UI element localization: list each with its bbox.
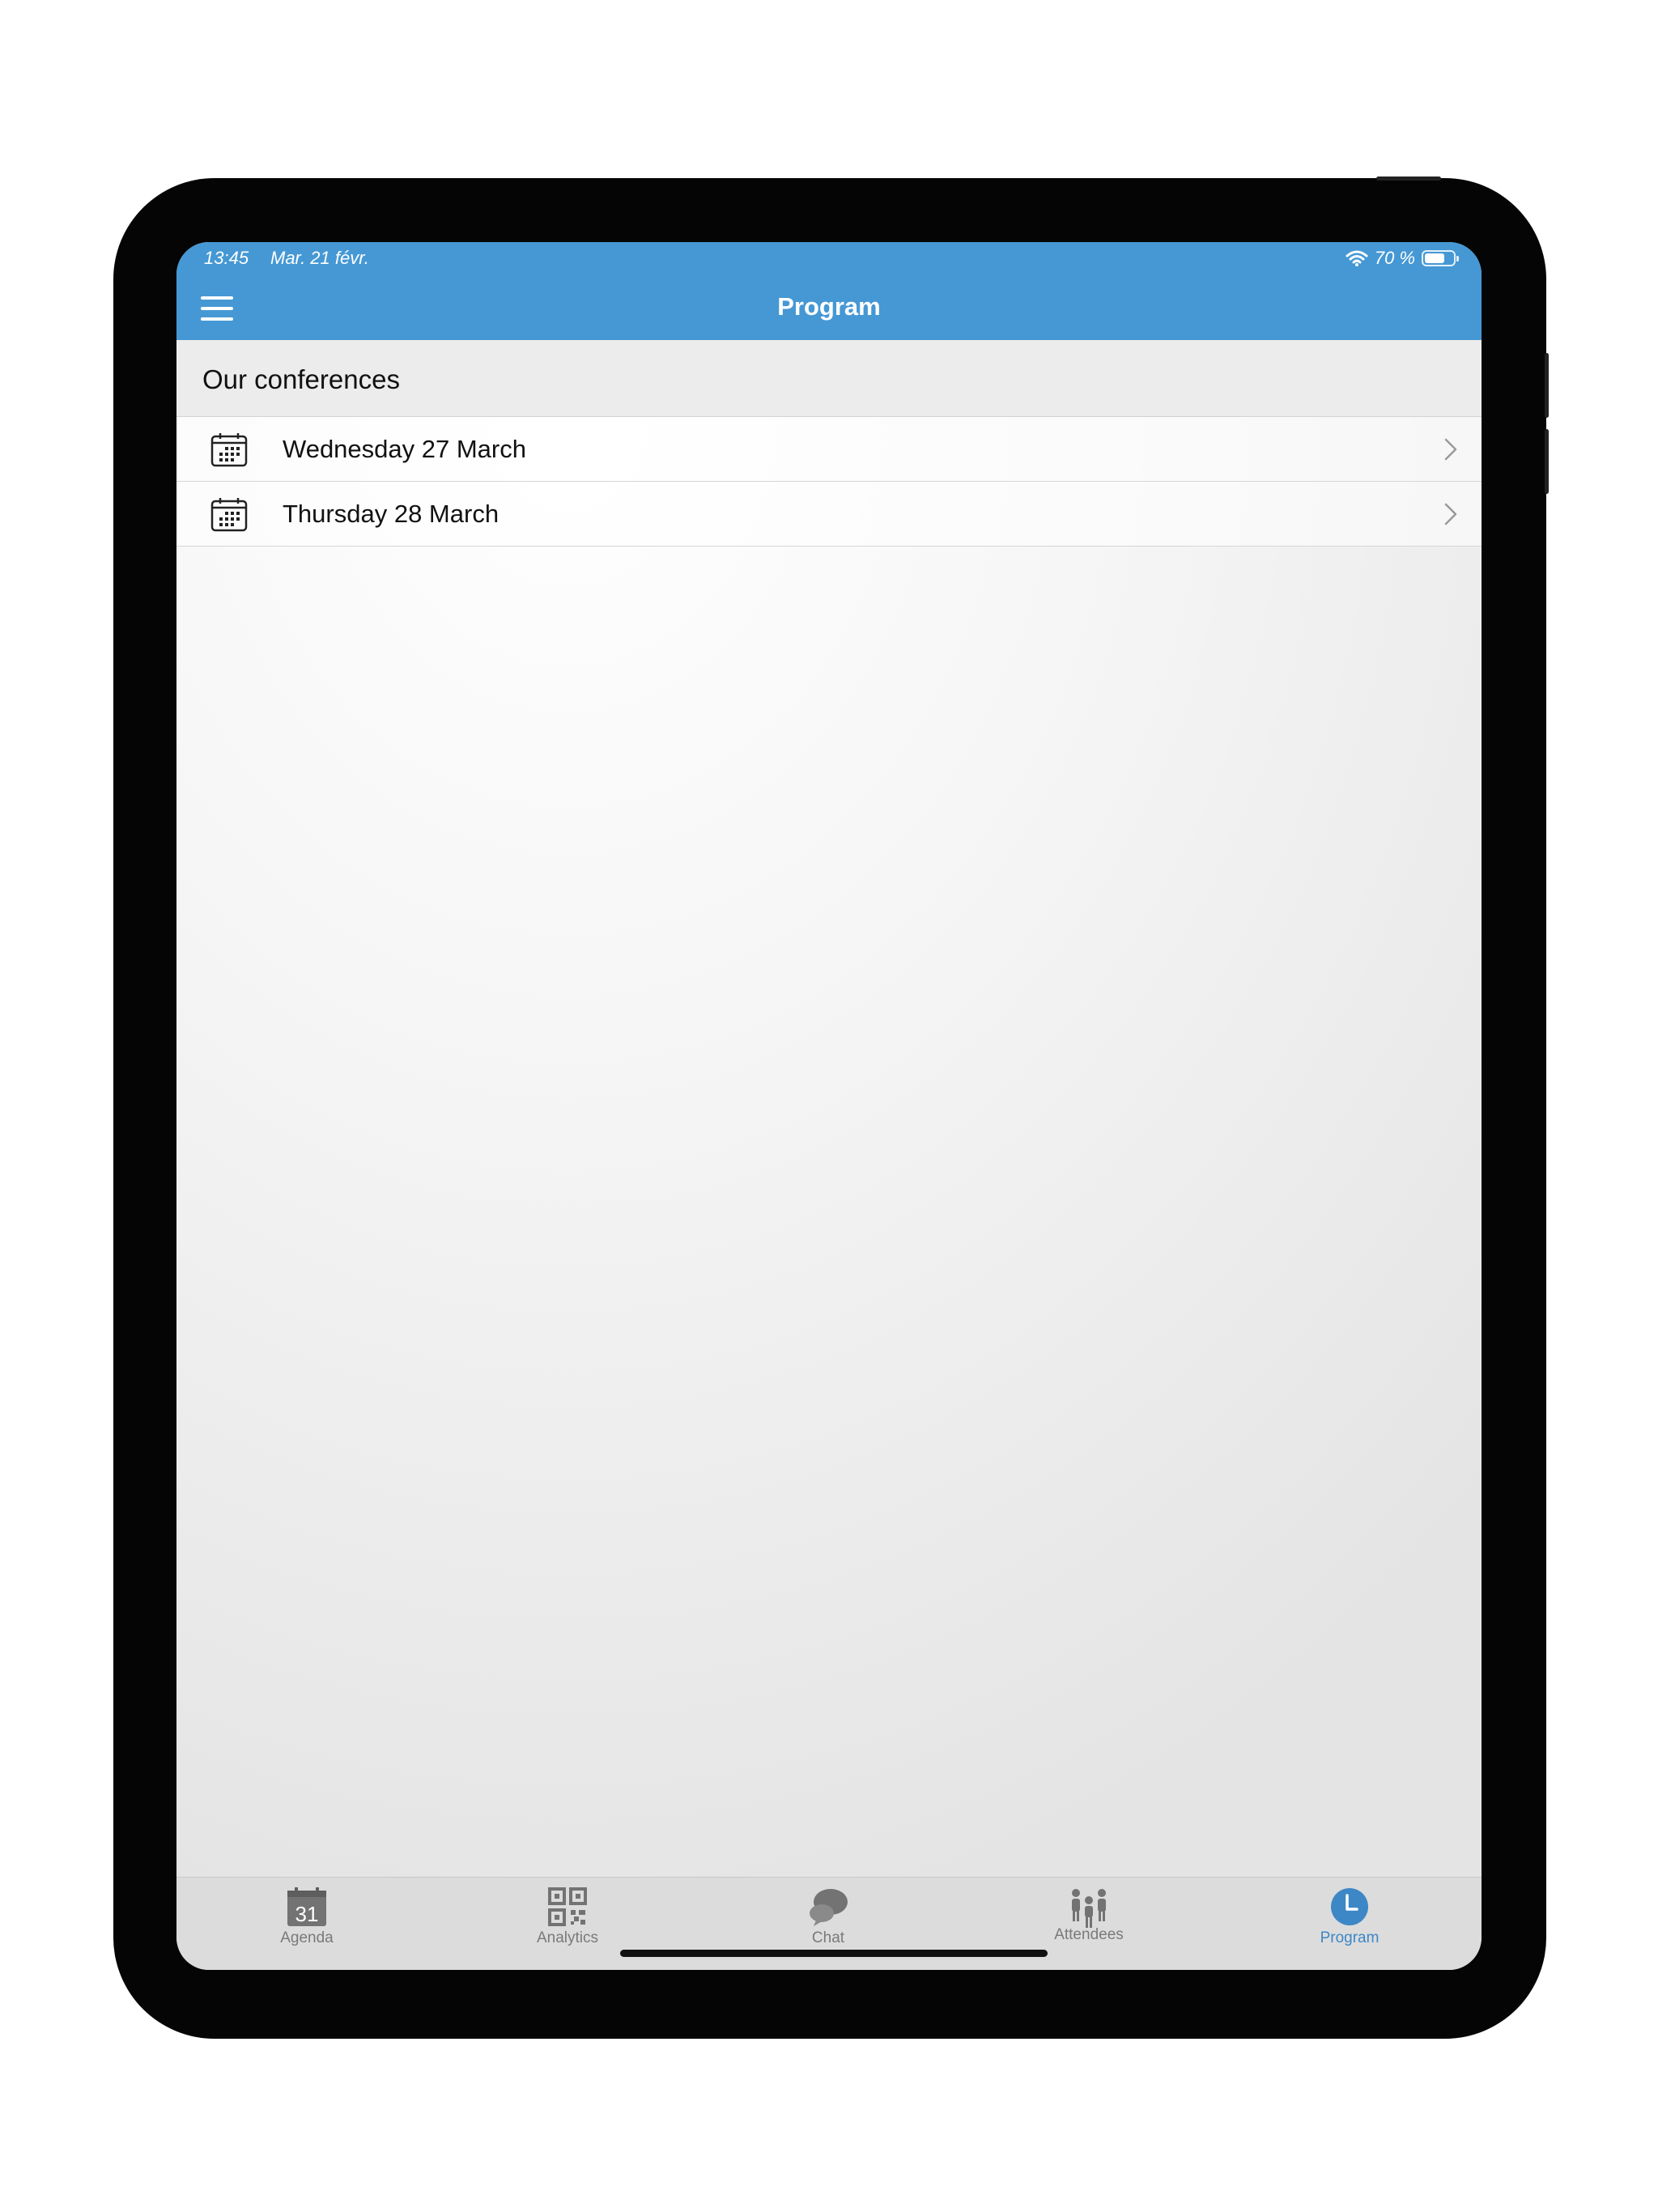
chevron-right-icon [1444,438,1457,461]
people-icon [1072,1889,1106,1928]
tab-label: Analytics [536,1929,599,1946]
screen: 13:45 Mar. 21 févr. 70 % Program Our con… [176,242,1482,1970]
tab-agenda[interactable]: 31 Agenda [176,1878,437,1970]
list-item-label: Thursday 28 March [283,500,500,528]
calendar-31-icon: 31 [287,1887,326,1926]
list-item-thursday[interactable]: Thursday 28 March [176,482,1482,547]
calendar-icon [210,498,248,532]
tab-program[interactable]: Program [1219,1878,1480,1970]
volume-down-button [1545,429,1549,494]
tab-label: Program [1320,1929,1380,1946]
tab-label: Attendees [1054,1926,1124,1943]
chevron-right-icon [1444,503,1457,525]
wifi-icon [1346,250,1368,266]
status-date: Mar. 21 févr. [270,248,369,268]
volume-up-button [1545,353,1549,418]
tab-bar: 31 Agenda Analytics Chat Attendees Progr… [176,1877,1482,1970]
section-header: Our conferences [176,340,1482,417]
list-item-label: Wednesday 27 March [283,435,526,463]
tab-label: Agenda [280,1929,334,1946]
status-right: 70 % [1346,248,1459,269]
calendar-icon [210,433,248,467]
qr-code-icon [548,1887,587,1926]
battery-icon [1422,250,1459,266]
page-title: Program [777,292,881,321]
clock-icon [1331,1888,1368,1925]
chat-bubbles-icon [810,1889,848,1926]
navigation-bar: Program [176,276,1482,340]
tab-label: Chat [811,1929,845,1946]
status-bar: 13:45 Mar. 21 févr. 70 % [176,242,1482,276]
battery-percent: 70 % [1374,248,1415,268]
home-indicator[interactable] [620,1950,1048,1957]
power-button [1376,177,1441,181]
calendar-number: 31 [295,1902,319,1926]
list-item-wednesday[interactable]: Wednesday 27 March [176,417,1482,482]
status-time: 13:45 [204,248,249,268]
section-title: Our conferences [202,364,400,394]
